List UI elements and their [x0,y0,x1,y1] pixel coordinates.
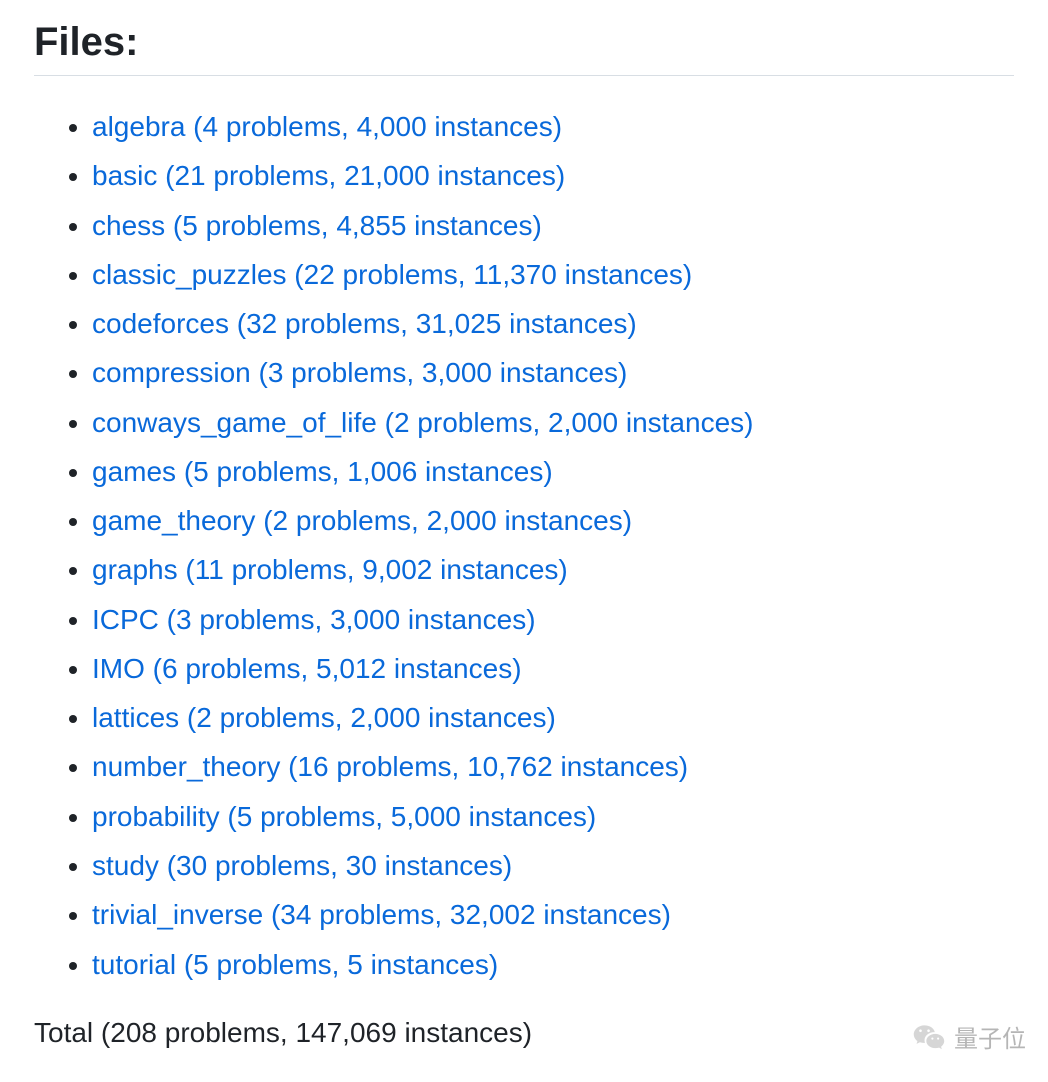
list-item: IMO (6 problems, 5,012 instances) [92,644,1014,693]
list-item: ICPC (3 problems, 3,000 instances) [92,595,1014,644]
file-link[interactable]: IMO (6 problems, 5,012 instances) [92,653,522,684]
file-link[interactable]: codeforces (32 problems, 31,025 instance… [92,308,637,339]
list-item: compression (3 problems, 3,000 instances… [92,348,1014,397]
file-link[interactable]: compression (3 problems, 3,000 instances… [92,357,627,388]
file-link[interactable]: study (30 problems, 30 instances) [92,850,512,881]
file-link[interactable]: game_theory (2 problems, 2,000 instances… [92,505,632,536]
list-item: basic (21 problems, 21,000 instances) [92,151,1014,200]
list-item: codeforces (32 problems, 31,025 instance… [92,299,1014,348]
file-link[interactable]: chess (5 problems, 4,855 instances) [92,210,542,241]
file-link[interactable]: games (5 problems, 1,006 instances) [92,456,553,487]
file-link[interactable]: ICPC (3 problems, 3,000 instances) [92,604,536,635]
file-link[interactable]: tutorial (5 problems, 5 instances) [92,949,498,980]
list-item: trivial_inverse (34 problems, 32,002 ins… [92,890,1014,939]
file-link[interactable]: classic_puzzles (22 problems, 11,370 ins… [92,259,692,290]
file-link[interactable]: probability (5 problems, 5,000 instances… [92,801,596,832]
file-link[interactable]: basic (21 problems, 21,000 instances) [92,160,565,191]
section-heading-files: Files: [34,20,1014,76]
file-link[interactable]: trivial_inverse (34 problems, 32,002 ins… [92,899,671,930]
file-link[interactable]: lattices (2 problems, 2,000 instances) [92,702,556,733]
files-list: algebra (4 problems, 4,000 instances) ba… [34,102,1014,989]
list-item: probability (5 problems, 5,000 instances… [92,792,1014,841]
list-item: chess (5 problems, 4,855 instances) [92,201,1014,250]
list-item: conways_game_of_life (2 problems, 2,000 … [92,398,1014,447]
list-item: algebra (4 problems, 4,000 instances) [92,102,1014,151]
list-item: classic_puzzles (22 problems, 11,370 ins… [92,250,1014,299]
list-item: number_theory (16 problems, 10,762 insta… [92,742,1014,791]
file-link[interactable]: graphs (11 problems, 9,002 instances) [92,554,568,585]
list-item: tutorial (5 problems, 5 instances) [92,940,1014,989]
list-item: games (5 problems, 1,006 instances) [92,447,1014,496]
file-link[interactable]: algebra (4 problems, 4,000 instances) [92,111,562,142]
file-link[interactable]: conways_game_of_life (2 problems, 2,000 … [92,407,753,438]
total-summary: Total (208 problems, 147,069 instances) [34,1017,1014,1049]
list-item: graphs (11 problems, 9,002 instances) [92,545,1014,594]
list-item: game_theory (2 problems, 2,000 instances… [92,496,1014,545]
list-item: lattices (2 problems, 2,000 instances) [92,693,1014,742]
list-item: study (30 problems, 30 instances) [92,841,1014,890]
file-link[interactable]: number_theory (16 problems, 10,762 insta… [92,751,688,782]
